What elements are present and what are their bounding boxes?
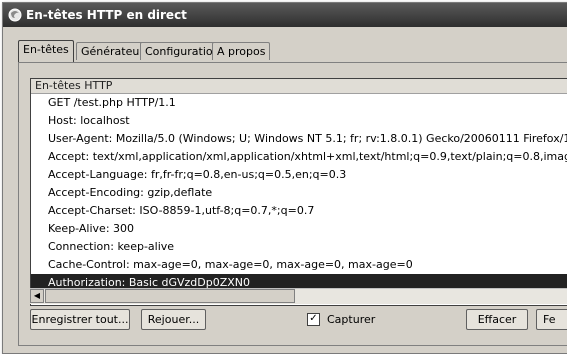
clear-button[interactable]: Effacer	[466, 309, 528, 330]
scroll-left-icon[interactable]: ◀	[30, 289, 44, 303]
tab-en-tetes[interactable]: En-têtes	[18, 40, 74, 62]
horizontal-scrollbar[interactable]: ◀	[30, 288, 567, 304]
capture-label: Capturer	[327, 313, 376, 326]
header-row[interactable]: Accept: text/xml,application/xml,applica…	[31, 148, 567, 166]
replay-button[interactable]: Rejouer...	[141, 309, 206, 330]
header-row[interactable]: Keep-Alive: 300	[31, 220, 567, 238]
close-button[interactable]: Fe	[536, 309, 567, 330]
header-row[interactable]: Accept-Encoding: gzip,deflate	[31, 184, 567, 202]
tab-a-propos[interactable]: A propos	[212, 42, 271, 60]
save-all-button[interactable]: Enregistrer tout...	[30, 309, 130, 330]
capture-checkbox[interactable]: ✓	[307, 313, 320, 326]
header-row[interactable]: Host: localhost	[31, 112, 567, 130]
scrollbar-thumb[interactable]	[45, 289, 295, 303]
header-row[interactable]: Accept-Charset: ISO-8859-1,utf-8;q=0.7,*…	[31, 202, 567, 220]
firefox-icon	[8, 8, 22, 22]
tab-generateur[interactable]: Générateur	[76, 42, 149, 60]
headers-list[interactable]: En-têtes HTTP GET /test.php HTTP/1.1 Hos…	[30, 78, 567, 306]
header-row[interactable]: Connection: keep-alive	[31, 238, 567, 256]
header-row[interactable]: User-Agent: Mozilla/5.0 (Windows; U; Win…	[31, 130, 567, 148]
header-row[interactable]: Cache-Control: max-age=0, max-age=0, max…	[31, 256, 567, 274]
header-row[interactable]: Accept-Language: fr,fr-fr;q=0.8,en-us;q=…	[31, 166, 567, 184]
header-row[interactable]: GET /test.php HTTP/1.1	[31, 94, 567, 112]
window-title: En-têtes HTTP en direct	[26, 8, 187, 22]
capture-toggle[interactable]: ✓ Capturer	[307, 313, 375, 326]
title-bar: En-têtes HTTP en direct	[3, 3, 567, 27]
list-header: En-têtes HTTP	[31, 79, 567, 94]
